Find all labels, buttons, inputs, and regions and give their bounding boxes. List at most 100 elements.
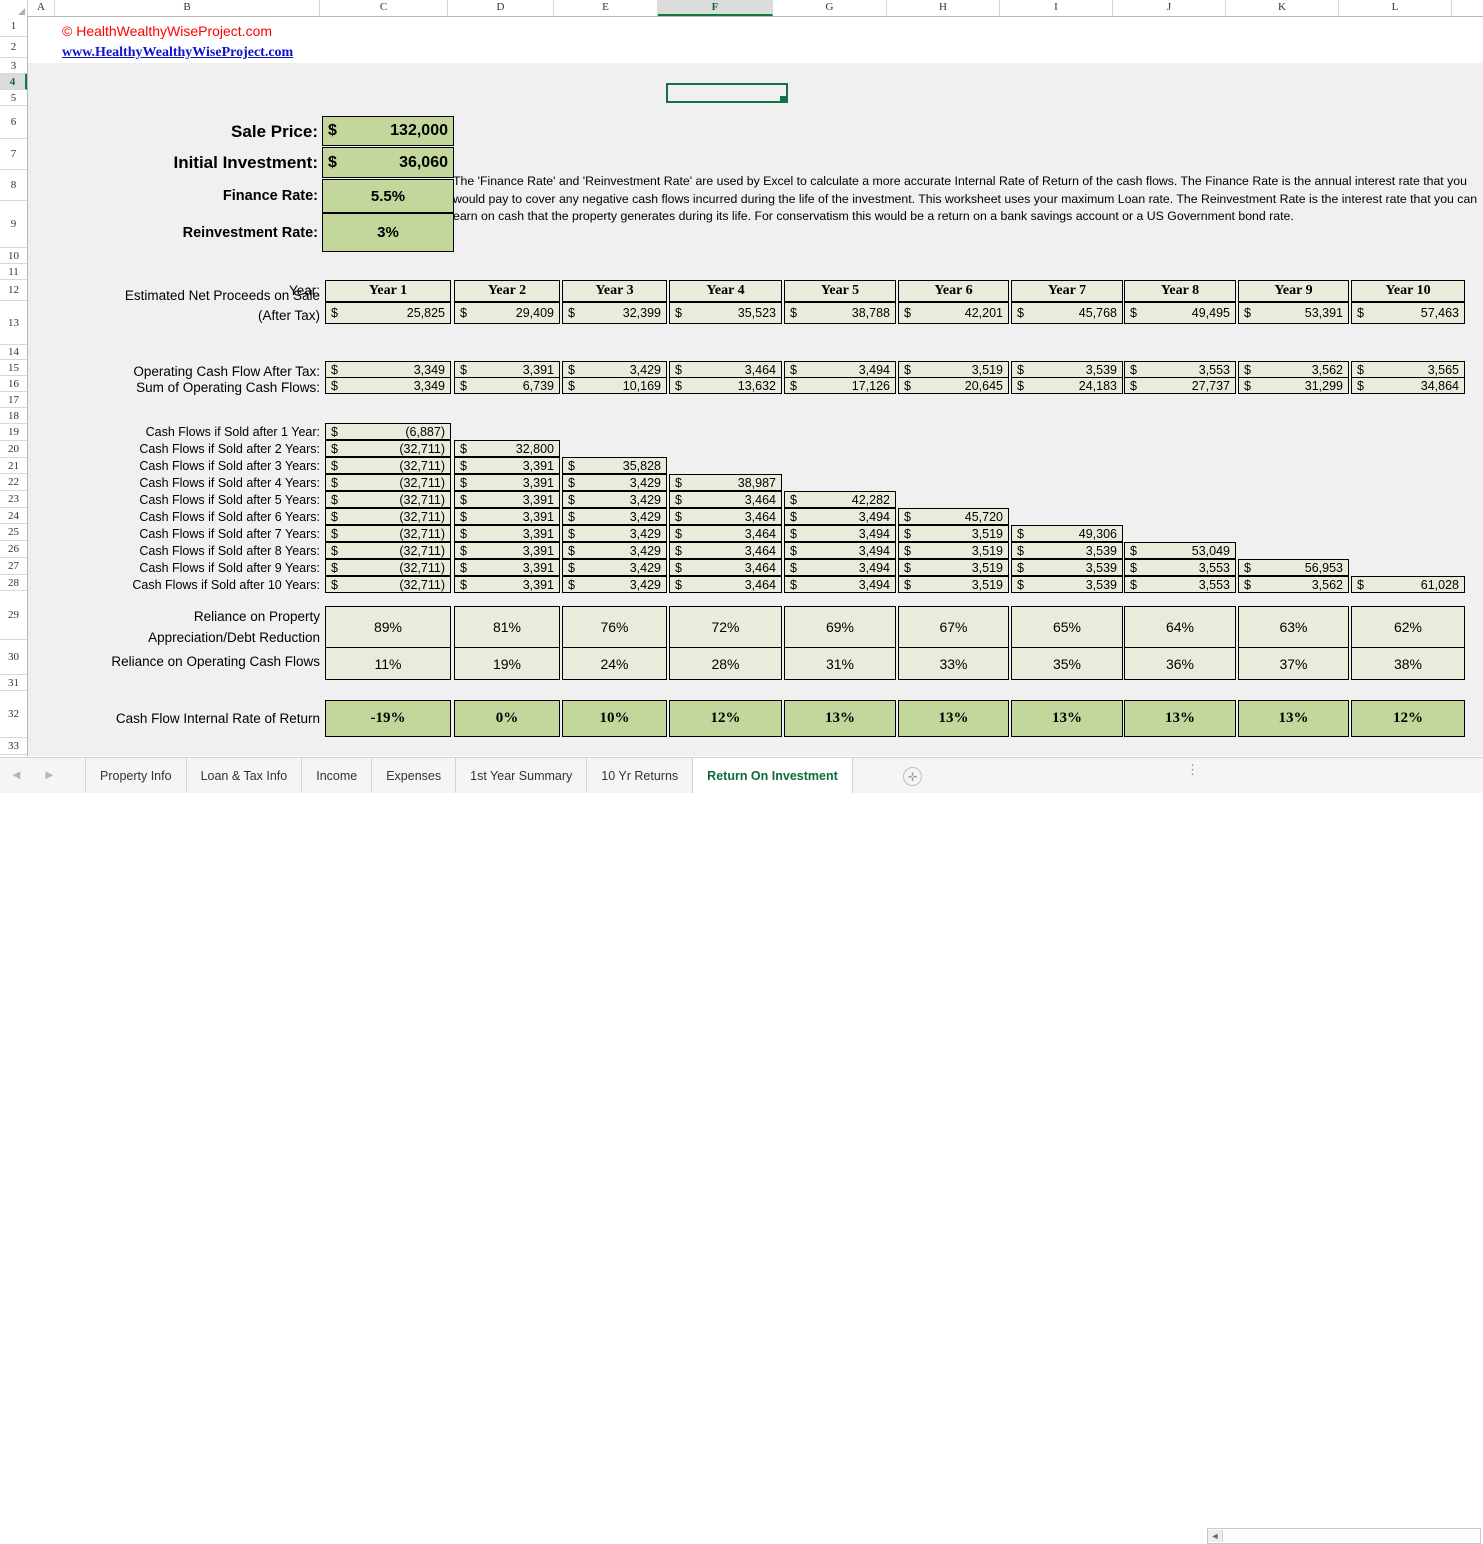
row-header-1[interactable]: 1 bbox=[0, 16, 27, 37]
cash-flow-sold-after-3-year-3[interactable]: $35,828 bbox=[562, 457, 667, 474]
sheet-tab-return-on-investment[interactable]: Return On Investment bbox=[692, 758, 853, 793]
operating-cash-flow-year-3[interactable]: $3,429 bbox=[562, 361, 667, 378]
reliance-property-year-4[interactable]: 72% bbox=[669, 606, 782, 648]
sheet-tab-expenses[interactable]: Expenses bbox=[371, 758, 455, 793]
row-header-26[interactable]: 26 bbox=[0, 541, 27, 558]
irr-year-2[interactable]: 0% bbox=[454, 700, 560, 737]
sheet-tabs[interactable]: Property InfoLoan & Tax InfoIncomeExpens… bbox=[85, 758, 853, 793]
scroll-left-icon[interactable]: ◄ bbox=[1208, 1530, 1223, 1542]
cash-flow-sold-after-4-year-3[interactable]: $3,429 bbox=[562, 474, 667, 491]
cash-flow-sold-after-5-year-2[interactable]: $3,391 bbox=[454, 491, 560, 508]
operating-cash-flow-year-9[interactable]: $3,562 bbox=[1238, 361, 1349, 378]
row-header-28[interactable]: 28 bbox=[0, 575, 27, 591]
worksheet-grid[interactable]: © HealthWealthyWiseProject.com www.Healt… bbox=[28, 17, 1483, 756]
fill-handle[interactable] bbox=[780, 96, 786, 102]
cash-flow-sold-after-9-year-6[interactable]: $3,519 bbox=[898, 559, 1009, 576]
row-header-5[interactable]: 5 bbox=[0, 90, 27, 106]
reliance-property-year-2[interactable]: 81% bbox=[454, 606, 560, 648]
cash-flow-sold-after-10-year-9[interactable]: $3,562 bbox=[1238, 576, 1349, 593]
prev-sheet-icon[interactable]: ◄ bbox=[10, 767, 23, 782]
cash-flow-sold-after-4-year-1[interactable]: $(32,711) bbox=[325, 474, 451, 491]
add-sheet-icon[interactable]: ✛ bbox=[903, 767, 922, 786]
next-sheet-icon[interactable]: ► bbox=[43, 767, 56, 782]
operating-cash-flow-year-6[interactable]: $3,519 bbox=[898, 361, 1009, 378]
row-header-19[interactable]: 19 bbox=[0, 424, 27, 441]
cash-flow-sold-after-5-year-3[interactable]: $3,429 bbox=[562, 491, 667, 508]
operating-cash-flow-year-5[interactable]: $3,494 bbox=[784, 361, 896, 378]
irr-year-9[interactable]: 13% bbox=[1238, 700, 1349, 737]
row-header-30[interactable]: 30 bbox=[0, 640, 27, 675]
cash-flow-sold-after-7-year-6[interactable]: $3,519 bbox=[898, 525, 1009, 542]
column-header-g[interactable]: G bbox=[773, 0, 887, 16]
year-header-1[interactable]: Year 1 bbox=[325, 280, 451, 302]
operating-cash-flow-year-7[interactable]: $3,539 bbox=[1011, 361, 1123, 378]
sum-operating-cash-flows-year-2[interactable]: $6,739 bbox=[454, 377, 560, 394]
irr-year-1[interactable]: -19% bbox=[325, 700, 451, 737]
row-header-29[interactable]: 29 bbox=[0, 591, 27, 640]
cash-flow-sold-after-8-year-2[interactable]: $3,391 bbox=[454, 542, 560, 559]
reliance-property-year-10[interactable]: 62% bbox=[1351, 606, 1465, 648]
reliance-cashflow-year-5[interactable]: 31% bbox=[784, 647, 896, 680]
column-header-i[interactable]: I bbox=[1000, 0, 1113, 16]
net-proceeds-year-10[interactable]: $57,463 bbox=[1351, 302, 1465, 324]
cash-flow-sold-after-10-year-5[interactable]: $3,494 bbox=[784, 576, 896, 593]
operating-cash-flow-year-8[interactable]: $3,553 bbox=[1124, 361, 1236, 378]
cash-flow-sold-after-2-year-1[interactable]: $(32,711) bbox=[325, 440, 451, 457]
sum-operating-cash-flows-year-10[interactable]: $34,864 bbox=[1351, 377, 1465, 394]
row-header-33[interactable]: 33 bbox=[0, 738, 27, 755]
cash-flow-sold-after-6-year-1[interactable]: $(32,711) bbox=[325, 508, 451, 525]
sheet-tab-loan-tax-info[interactable]: Loan & Tax Info bbox=[186, 758, 302, 793]
irr-year-6[interactable]: 13% bbox=[898, 700, 1009, 737]
row-header-23[interactable]: 23 bbox=[0, 491, 27, 508]
column-header-b[interactable]: B bbox=[55, 0, 320, 16]
horizontal-scrollbar[interactable]: ◄ bbox=[1207, 1528, 1481, 1544]
row-header-21[interactable]: 21 bbox=[0, 458, 27, 474]
cash-flow-sold-after-10-year-8[interactable]: $3,553 bbox=[1124, 576, 1236, 593]
sum-operating-cash-flows-year-3[interactable]: $10,169 bbox=[562, 377, 667, 394]
cash-flow-sold-after-8-year-8[interactable]: $53,049 bbox=[1124, 542, 1236, 559]
net-proceeds-year-3[interactable]: $32,399 bbox=[562, 302, 667, 324]
reliance-cashflow-year-10[interactable]: 38% bbox=[1351, 647, 1465, 680]
reliance-cashflow-year-9[interactable]: 37% bbox=[1238, 647, 1349, 680]
cash-flow-sold-after-7-year-4[interactable]: $3,464 bbox=[669, 525, 782, 542]
column-header-j[interactable]: J bbox=[1113, 0, 1226, 16]
cash-flow-sold-after-1-year-1[interactable]: $(6,887) bbox=[325, 423, 451, 440]
row-header-31[interactable]: 31 bbox=[0, 675, 27, 691]
sheet-nav-arrows[interactable]: ◄ ► bbox=[10, 767, 56, 782]
row-header-3[interactable]: 3 bbox=[0, 58, 27, 74]
reliance-property-year-6[interactable]: 67% bbox=[898, 606, 1009, 648]
net-proceeds-year-5[interactable]: $38,788 bbox=[784, 302, 896, 324]
website-link[interactable]: www.HealthyWealthyWiseProject.com bbox=[62, 42, 482, 63]
row-header-27[interactable]: 27 bbox=[0, 558, 27, 575]
sheet-tab-income[interactable]: Income bbox=[301, 758, 371, 793]
row-header-24[interactable]: 24 bbox=[0, 508, 27, 524]
column-header-k[interactable]: K bbox=[1226, 0, 1339, 16]
cash-flow-sold-after-7-year-3[interactable]: $3,429 bbox=[562, 525, 667, 542]
irr-year-5[interactable]: 13% bbox=[784, 700, 896, 737]
year-header-9[interactable]: Year 9 bbox=[1238, 280, 1349, 302]
cash-flow-sold-after-5-year-5[interactable]: $42,282 bbox=[784, 491, 896, 508]
row-header-32[interactable]: 32 bbox=[0, 691, 27, 738]
cash-flow-sold-after-6-year-4[interactable]: $3,464 bbox=[669, 508, 782, 525]
sum-operating-cash-flows-year-4[interactable]: $13,632 bbox=[669, 377, 782, 394]
reliance-property-year-7[interactable]: 65% bbox=[1011, 606, 1123, 648]
row-header-10[interactable]: 10 bbox=[0, 248, 27, 264]
reliance-cashflow-year-3[interactable]: 24% bbox=[562, 647, 667, 680]
row-header-8[interactable]: 8 bbox=[0, 170, 27, 201]
sum-operating-cash-flows-year-9[interactable]: $31,299 bbox=[1238, 377, 1349, 394]
cash-flow-sold-after-7-year-5[interactable]: $3,494 bbox=[784, 525, 896, 542]
cash-flow-sold-after-7-year-2[interactable]: $3,391 bbox=[454, 525, 560, 542]
select-all-corner[interactable] bbox=[0, 0, 28, 16]
column-header-d[interactable]: D bbox=[448, 0, 554, 16]
row-header-17[interactable]: 17 bbox=[0, 392, 27, 408]
cash-flow-sold-after-6-year-3[interactable]: $3,429 bbox=[562, 508, 667, 525]
reliance-property-year-3[interactable]: 76% bbox=[562, 606, 667, 648]
reliance-property-year-1[interactable]: 89% bbox=[325, 606, 451, 648]
net-proceeds-year-2[interactable]: $29,409 bbox=[454, 302, 560, 324]
operating-cash-flow-year-1[interactable]: $3,349 bbox=[325, 361, 451, 378]
tab-overflow-icon[interactable]: ⋮ bbox=[1186, 766, 1199, 773]
row-header-16[interactable]: 16 bbox=[0, 376, 27, 392]
cash-flow-sold-after-7-year-7[interactable]: $49,306 bbox=[1011, 525, 1123, 542]
row-header-2[interactable]: 2 bbox=[0, 37, 27, 58]
year-header-10[interactable]: Year 10 bbox=[1351, 280, 1465, 302]
